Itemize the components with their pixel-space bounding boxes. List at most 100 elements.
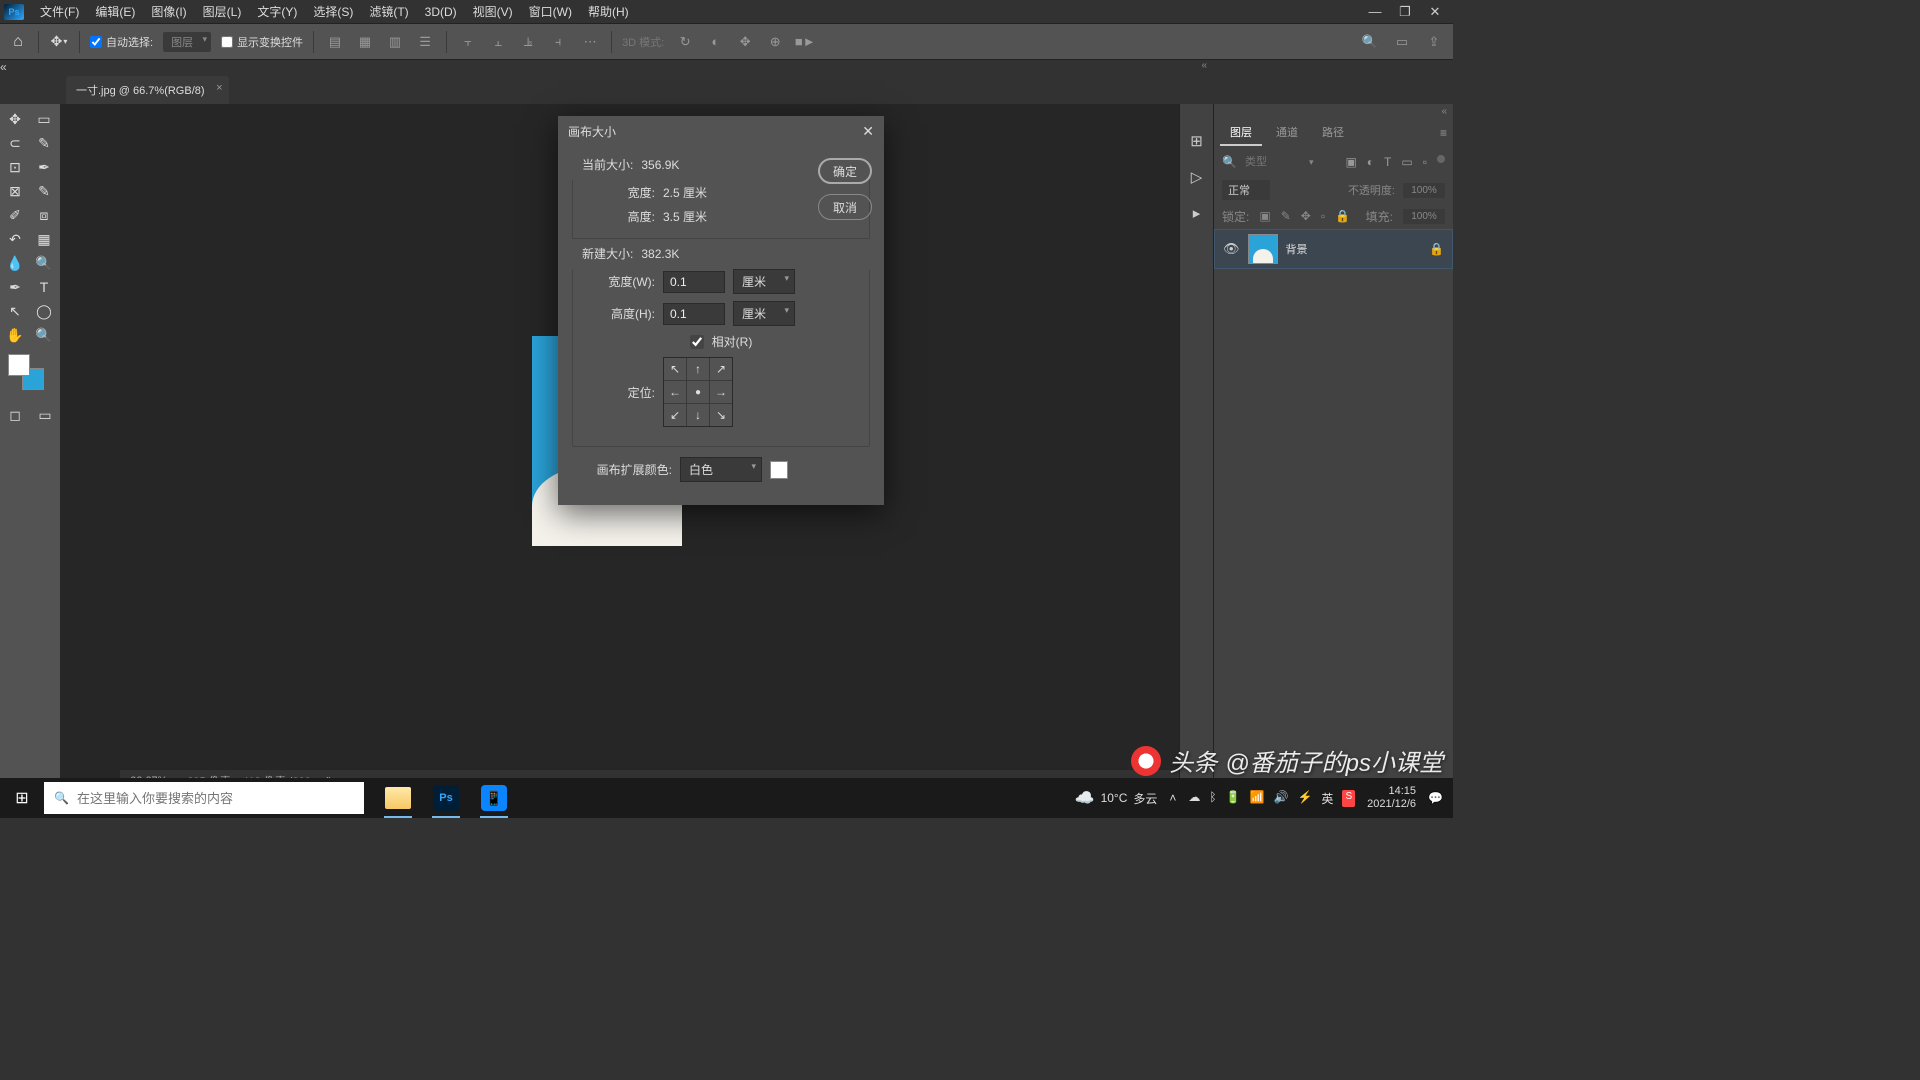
anchor-c[interactable]: ● bbox=[687, 381, 709, 403]
visibility-icon[interactable]: 👁 bbox=[1223, 241, 1240, 257]
workspace-icon[interactable]: ▭ bbox=[1391, 31, 1413, 53]
height-unit-select[interactable]: 厘米 bbox=[733, 301, 795, 326]
layer-thumbnail[interactable] bbox=[1248, 234, 1278, 264]
eyedropper-tool-icon[interactable]: ✒ bbox=[31, 156, 57, 178]
filter-toggle[interactable] bbox=[1437, 155, 1445, 163]
clock[interactable]: 14:15 2021/12/6 bbox=[1367, 785, 1416, 811]
layer-name[interactable]: 背景 bbox=[1286, 241, 1308, 257]
move-tool-icon[interactable]: ✥▾ bbox=[49, 32, 69, 52]
layer-filter-input[interactable] bbox=[1245, 156, 1305, 168]
tab-layers[interactable]: 图层 bbox=[1220, 120, 1262, 146]
auto-select-target[interactable]: 图层 bbox=[163, 32, 211, 52]
lock-icon[interactable]: 🔒 bbox=[1429, 242, 1444, 256]
lock-all-icon[interactable]: 🔒 bbox=[1335, 209, 1350, 223]
blur-tool-icon[interactable]: 💧 bbox=[2, 252, 28, 274]
path-select-icon[interactable]: ↖ bbox=[2, 300, 28, 322]
opacity-value[interactable]: 100% bbox=[1403, 183, 1445, 198]
dialog-titlebar[interactable]: 画布大小 ✕ bbox=[558, 116, 884, 146]
history-brush-icon[interactable]: ↶ bbox=[2, 228, 28, 250]
menu-filter[interactable]: 滤镜(T) bbox=[361, 0, 416, 23]
battery-icon[interactable]: 🔋 bbox=[1226, 790, 1241, 807]
align-justify-icon[interactable]: ☰ bbox=[414, 31, 436, 53]
ok-button[interactable]: 确定 bbox=[818, 158, 872, 184]
tab-close-icon[interactable]: × bbox=[216, 82, 222, 94]
libraries-icon[interactable]: ⊞ bbox=[1190, 132, 1203, 150]
crop-tool-icon[interactable]: ⊡ bbox=[2, 156, 28, 178]
ime-indicator[interactable]: 英 bbox=[1321, 790, 1333, 807]
align-center-h-icon[interactable]: ▦ bbox=[354, 31, 376, 53]
menu-window[interactable]: 窗口(W) bbox=[521, 0, 580, 23]
menu-3d[interactable]: 3D(D) bbox=[417, 2, 465, 22]
power-icon[interactable]: ⚡ bbox=[1297, 790, 1312, 807]
lock-paint-icon[interactable]: ✎ bbox=[1281, 209, 1291, 223]
bluetooth-icon[interactable]: ᛒ bbox=[1209, 790, 1216, 807]
menu-select[interactable]: 选择(S) bbox=[305, 0, 361, 23]
extension-color-swatch[interactable] bbox=[770, 461, 788, 479]
lock-artboard-icon[interactable]: ▫ bbox=[1321, 209, 1325, 223]
volume-icon[interactable]: 🔊 bbox=[1274, 790, 1289, 807]
dodge-tool-icon[interactable]: 🔍 bbox=[31, 252, 57, 274]
pen-tool-icon[interactable]: ✒ bbox=[2, 276, 28, 298]
cancel-button[interactable]: 取消 bbox=[818, 194, 872, 220]
menu-file[interactable]: 文件(F) bbox=[32, 0, 87, 23]
share-icon[interactable]: ⇪ bbox=[1423, 31, 1445, 53]
relative-checkbox[interactable] bbox=[690, 335, 704, 349]
3d-slide-icon[interactable]: ⊕ bbox=[764, 31, 786, 53]
sogou-icon[interactable]: S bbox=[1342, 790, 1355, 807]
onedrive-icon[interactable]: ☁ bbox=[1188, 790, 1200, 807]
tab-channels[interactable]: 通道 bbox=[1266, 120, 1308, 146]
align-top-icon[interactable]: ⫟ bbox=[457, 31, 479, 53]
search-icon[interactable]: 🔍 bbox=[1222, 155, 1237, 169]
3d-camera-icon[interactable]: ■► bbox=[794, 31, 816, 53]
fill-value[interactable]: 100% bbox=[1403, 209, 1445, 224]
actions-icon[interactable]: ▷ bbox=[1191, 168, 1203, 186]
document-tab[interactable]: 一寸.jpg @ 66.7%(RGB/8) × bbox=[66, 76, 229, 104]
gradient-tool-icon[interactable]: ▦ bbox=[31, 228, 57, 250]
shape-tool-icon[interactable]: ◯ bbox=[31, 300, 57, 322]
3d-roll-icon[interactable]: ◐ bbox=[704, 31, 726, 53]
anchor-s[interactable]: ↓ bbox=[687, 404, 709, 426]
anchor-sw[interactable]: ↙ bbox=[664, 404, 686, 426]
tab-paths[interactable]: 路径 bbox=[1312, 120, 1354, 146]
healing-tool-icon[interactable]: ✎ bbox=[31, 180, 57, 202]
anchor-e[interactable]: → bbox=[710, 381, 732, 403]
filter-smart-icon[interactable]: ▫ bbox=[1423, 155, 1427, 169]
anchor-w[interactable]: ← bbox=[664, 381, 686, 403]
color-swatches[interactable] bbox=[2, 352, 58, 396]
filter-adjust-icon[interactable]: ◐ bbox=[1367, 155, 1374, 169]
anchor-grid[interactable]: ↖ ↑ ↗ ← ● → ↙ ↓ ↘ bbox=[663, 357, 733, 427]
wifi-icon[interactable]: 📶 bbox=[1250, 790, 1265, 807]
align-middle-icon[interactable]: ⫠ bbox=[487, 31, 509, 53]
screen-mode-icon[interactable]: ▭ bbox=[32, 404, 58, 426]
lock-pos-icon[interactable]: ✥ bbox=[1301, 209, 1311, 223]
width-unit-select[interactable]: 厘米 bbox=[733, 269, 795, 294]
menu-edit[interactable]: 编辑(E) bbox=[87, 0, 143, 23]
more-options-icon[interactable]: ⋯ bbox=[579, 31, 601, 53]
auto-select-checkbox[interactable]: 自动选择: bbox=[90, 34, 153, 50]
marquee-tool-icon[interactable]: ▭ bbox=[31, 108, 57, 130]
photoshop-app[interactable]: Ps bbox=[424, 778, 468, 818]
hand-tool-icon[interactable]: ✋ bbox=[2, 324, 28, 346]
distribute-icon[interactable]: ⫞ bbox=[547, 31, 569, 53]
menu-view[interactable]: 视图(V) bbox=[465, 0, 521, 23]
file-explorer-app[interactable] bbox=[376, 778, 420, 818]
start-button[interactable]: ⊞ bbox=[0, 778, 44, 818]
window-close-icon[interactable]: ✕ bbox=[1421, 2, 1449, 22]
menu-image[interactable]: 图像(I) bbox=[143, 0, 194, 23]
windows-search[interactable]: 🔍 bbox=[44, 782, 364, 814]
anchor-n[interactable]: ↑ bbox=[687, 358, 709, 380]
clone-tool-icon[interactable]: ⧈ bbox=[31, 204, 57, 226]
search-input[interactable] bbox=[77, 791, 354, 806]
align-left-icon[interactable]: ▤ bbox=[324, 31, 346, 53]
foreground-color[interactable] bbox=[8, 354, 30, 376]
blend-mode-select[interactable]: 正常 bbox=[1222, 180, 1270, 200]
panel-menu-icon[interactable]: ≡ bbox=[1440, 126, 1447, 140]
quick-select-tool-icon[interactable]: ✎ bbox=[31, 132, 57, 154]
menu-layer[interactable]: 图层(L) bbox=[195, 0, 250, 23]
anchor-ne[interactable]: ↗ bbox=[710, 358, 732, 380]
show-transform-checkbox[interactable]: 显示变换控件 bbox=[221, 34, 303, 50]
3d-orbit-icon[interactable]: ↻ bbox=[674, 31, 696, 53]
anchor-se[interactable]: ↘ bbox=[710, 404, 732, 426]
brush-tool-icon[interactable]: ✐ bbox=[2, 204, 28, 226]
extension-color-select[interactable]: 白色 bbox=[680, 457, 762, 482]
